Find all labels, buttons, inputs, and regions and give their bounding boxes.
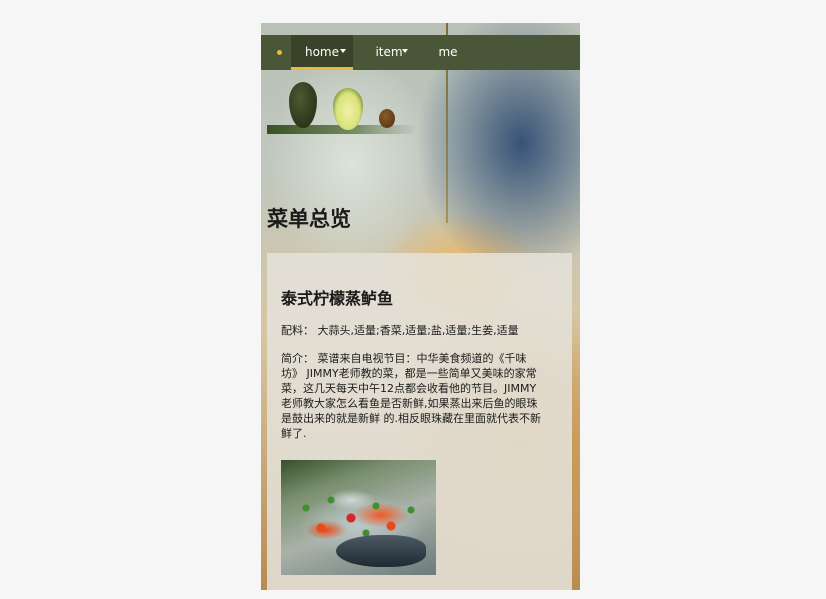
- dish-garnish: [291, 488, 426, 540]
- nav-item-me-label: me: [438, 45, 458, 59]
- chevron-down-icon: [402, 49, 408, 53]
- recipe-intro: 简介： 菜谱来自电视节目：中华美食频道的《千味坊》 JIMMY老师教的菜，都是一…: [281, 351, 541, 441]
- nav-item-item[interactable]: item: [364, 35, 414, 70]
- top-navbar: home item me: [261, 35, 580, 70]
- page-title: 菜单总览: [267, 207, 351, 231]
- intro-label: 简介：: [281, 352, 314, 365]
- chevron-down-icon: [340, 49, 346, 53]
- recipe-title[interactable]: 泰式柠檬蒸鲈鱼: [281, 285, 393, 309]
- recipe-card: 泰式柠檬蒸鲈鱼 配料： 大蒜头,适量;香菜,适量;盐,适量;生姜,适量 简介： …: [267, 253, 572, 590]
- intro-value: 菜谱来自电视节目：中华美食频道的《千味坊》 JIMMY老师教的菜，都是一些简单又…: [281, 352, 541, 440]
- nav-item-item-label: item: [375, 45, 403, 59]
- nav-item-home[interactable]: home: [291, 35, 353, 70]
- avocado-banner-image: [267, 78, 417, 138]
- nav-item-me[interactable]: me: [431, 35, 465, 70]
- nav-indicator-dot: [277, 50, 282, 55]
- dish-fish: [336, 535, 426, 567]
- nav-item-home-label: home: [304, 45, 340, 59]
- phone-viewport: home item me 菜单总览 泰式柠檬蒸鲈鱼 配料： 大蒜头,适量;香菜,…: [261, 23, 580, 590]
- recipe-dish-image[interactable]: [281, 460, 436, 575]
- ingredients-value: 大蒜头,适量;香菜,适量;盐,适量;生姜,适量: [317, 324, 519, 337]
- recipe-ingredients: 配料： 大蒜头,适量;香菜,适量;盐,适量;生姜,适量: [281, 323, 541, 338]
- avocado-half: [333, 88, 363, 130]
- avocado-whole: [289, 82, 317, 128]
- avocado-pit: [379, 109, 395, 128]
- ingredients-label: 配料：: [281, 324, 314, 337]
